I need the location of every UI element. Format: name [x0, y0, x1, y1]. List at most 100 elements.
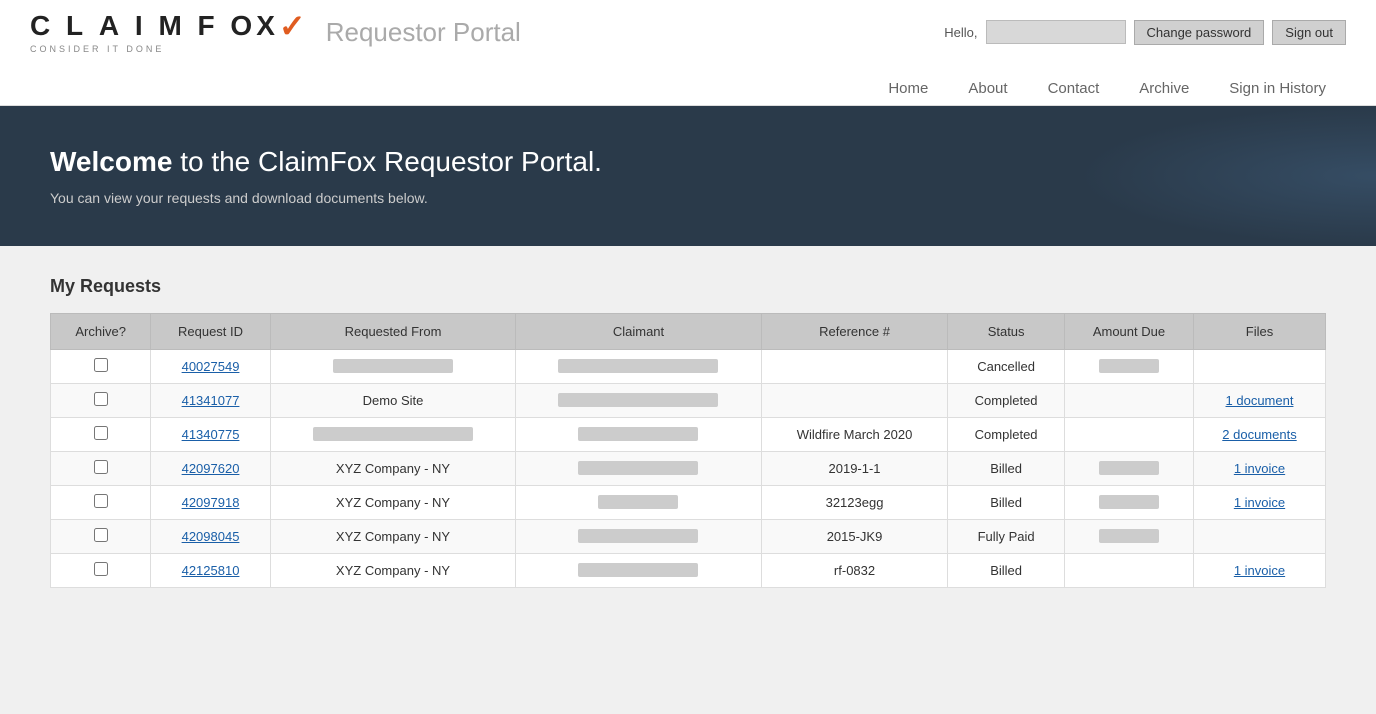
nav-item-home[interactable]: Home — [868, 72, 948, 105]
col-request-id: Request ID — [151, 314, 270, 350]
file-link[interactable]: 1 document — [1226, 393, 1294, 408]
request-id-link[interactable]: 41341077 — [182, 393, 240, 408]
request-id-link[interactable]: 41340775 — [182, 427, 240, 442]
archive-checkbox[interactable] — [94, 460, 108, 474]
request-id-link[interactable]: 40027549 — [182, 359, 240, 374]
col-requested-from: Requested From — [270, 314, 515, 350]
claimant-cell — [516, 520, 761, 554]
files-cell: 1 invoice — [1193, 452, 1325, 486]
request-id-link[interactable]: 42097918 — [182, 495, 240, 510]
logo-text: C L A I M F O X ✓ — [30, 10, 310, 42]
reference-cell — [761, 350, 948, 384]
request-id-link[interactable]: 42125810 — [182, 563, 240, 578]
claimant-cell — [516, 384, 761, 418]
blurred-field — [1099, 461, 1159, 475]
logo-area: C L A I M F O X ✓ CONSIDER IT DONE Reque… — [30, 10, 521, 54]
archive-cell — [51, 384, 151, 418]
col-archive: Archive? — [51, 314, 151, 350]
claimant-cell — [516, 418, 761, 452]
blurred-field — [313, 427, 473, 441]
username-field[interactable] — [986, 20, 1126, 44]
blurred-field — [578, 461, 698, 475]
amount-due-cell — [1064, 384, 1193, 418]
sign-out-button[interactable]: Sign out — [1272, 20, 1346, 45]
header-right: Hello, Change password Sign out — [944, 20, 1346, 45]
hero-banner: Welcome to the ClaimFox Requestor Portal… — [0, 106, 1376, 246]
blurred-field — [558, 359, 718, 373]
files-cell: 1 invoice — [1193, 486, 1325, 520]
file-link[interactable]: 1 invoice — [1234, 495, 1285, 510]
table-body: 40027549 Cancelled 41341077 Demo Site Co… — [51, 350, 1326, 588]
table-row: 42097620 XYZ Company - NY 2019-1-1 Bille… — [51, 452, 1326, 486]
table-head: Archive? Request ID Requested From Claim… — [51, 314, 1326, 350]
logo-tagline: CONSIDER IT DONE — [30, 44, 164, 54]
archive-cell — [51, 520, 151, 554]
claimant-cell — [516, 350, 761, 384]
header-top: C L A I M F O X ✓ CONSIDER IT DONE Reque… — [30, 0, 1346, 64]
files-cell: 1 invoice — [1193, 554, 1325, 588]
table-row: 42098045 XYZ Company - NY 2015-JK9 Fully… — [51, 520, 1326, 554]
blurred-field — [1099, 495, 1159, 509]
amount-due-cell — [1064, 486, 1193, 520]
table-header-row: Archive? Request ID Requested From Claim… — [51, 314, 1326, 350]
table-row: 42097918 XYZ Company - NY 32123egg Bille… — [51, 486, 1326, 520]
claimant-cell — [516, 554, 761, 588]
nav-item-about[interactable]: About — [948, 72, 1027, 105]
hero-heading-rest: to the ClaimFox Requestor Portal. — [172, 146, 602, 177]
hello-text: Hello, — [944, 25, 977, 40]
archive-checkbox[interactable] — [94, 528, 108, 542]
reference-cell — [761, 384, 948, 418]
requested-from-cell: XYZ Company - NY — [270, 554, 515, 588]
nav-item-contact[interactable]: Contact — [1028, 72, 1120, 105]
archive-cell — [51, 418, 151, 452]
nav-item-archive[interactable]: Archive — [1119, 72, 1209, 105]
reference-cell: 2019-1-1 — [761, 452, 948, 486]
col-claimant: Claimant — [516, 314, 761, 350]
amount-due-cell — [1064, 418, 1193, 452]
table-row: 40027549 Cancelled — [51, 350, 1326, 384]
blurred-field — [578, 427, 698, 441]
status-cell: Completed — [948, 418, 1065, 452]
blurred-field — [333, 359, 453, 373]
requested-from-cell — [270, 418, 515, 452]
request-id-link[interactable]: 42098045 — [182, 529, 240, 544]
table-row: 42125810 XYZ Company - NY rf-0832 Billed… — [51, 554, 1326, 588]
hero-subtext: You can view your requests and download … — [50, 190, 1326, 206]
file-link[interactable]: 2 documents — [1222, 427, 1296, 442]
status-cell: Cancelled — [948, 350, 1065, 384]
request-id-cell: 41341077 — [151, 384, 270, 418]
request-id-cell: 40027549 — [151, 350, 270, 384]
col-files: Files — [1193, 314, 1325, 350]
request-id-cell: 42097620 — [151, 452, 270, 486]
amount-due-cell — [1064, 554, 1193, 588]
reference-cell: Wildfire March 2020 — [761, 418, 948, 452]
files-cell: 1 document — [1193, 384, 1325, 418]
status-cell: Billed — [948, 554, 1065, 588]
archive-checkbox[interactable] — [94, 562, 108, 576]
header: C L A I M F O X ✓ CONSIDER IT DONE Reque… — [0, 0, 1376, 106]
hero-heading: Welcome to the ClaimFox Requestor Portal… — [50, 146, 1326, 178]
blurred-field — [1099, 529, 1159, 543]
nav-item-sign-in-history[interactable]: Sign in History — [1209, 72, 1346, 105]
amount-due-cell — [1064, 350, 1193, 384]
file-link[interactable]: 1 invoice — [1234, 563, 1285, 578]
archive-checkbox[interactable] — [94, 358, 108, 372]
request-id-cell: 42125810 — [151, 554, 270, 588]
file-link[interactable]: 1 invoice — [1234, 461, 1285, 476]
blurred-field — [578, 529, 698, 543]
blurred-field — [1099, 359, 1159, 373]
col-status: Status — [948, 314, 1065, 350]
request-id-link[interactable]: 42097620 — [182, 461, 240, 476]
change-password-button[interactable]: Change password — [1134, 20, 1265, 45]
archive-checkbox[interactable] — [94, 392, 108, 406]
archive-checkbox[interactable] — [94, 494, 108, 508]
requested-from-cell: XYZ Company - NY — [270, 486, 515, 520]
blurred-field — [558, 393, 718, 407]
hero-heading-bold: Welcome — [50, 146, 172, 177]
requests-table: Archive? Request ID Requested From Claim… — [50, 313, 1326, 588]
archive-checkbox[interactable] — [94, 426, 108, 440]
requested-from-cell: XYZ Company - NY — [270, 520, 515, 554]
reference-cell: 32123egg — [761, 486, 948, 520]
status-cell: Completed — [948, 384, 1065, 418]
status-cell: Fully Paid — [948, 520, 1065, 554]
